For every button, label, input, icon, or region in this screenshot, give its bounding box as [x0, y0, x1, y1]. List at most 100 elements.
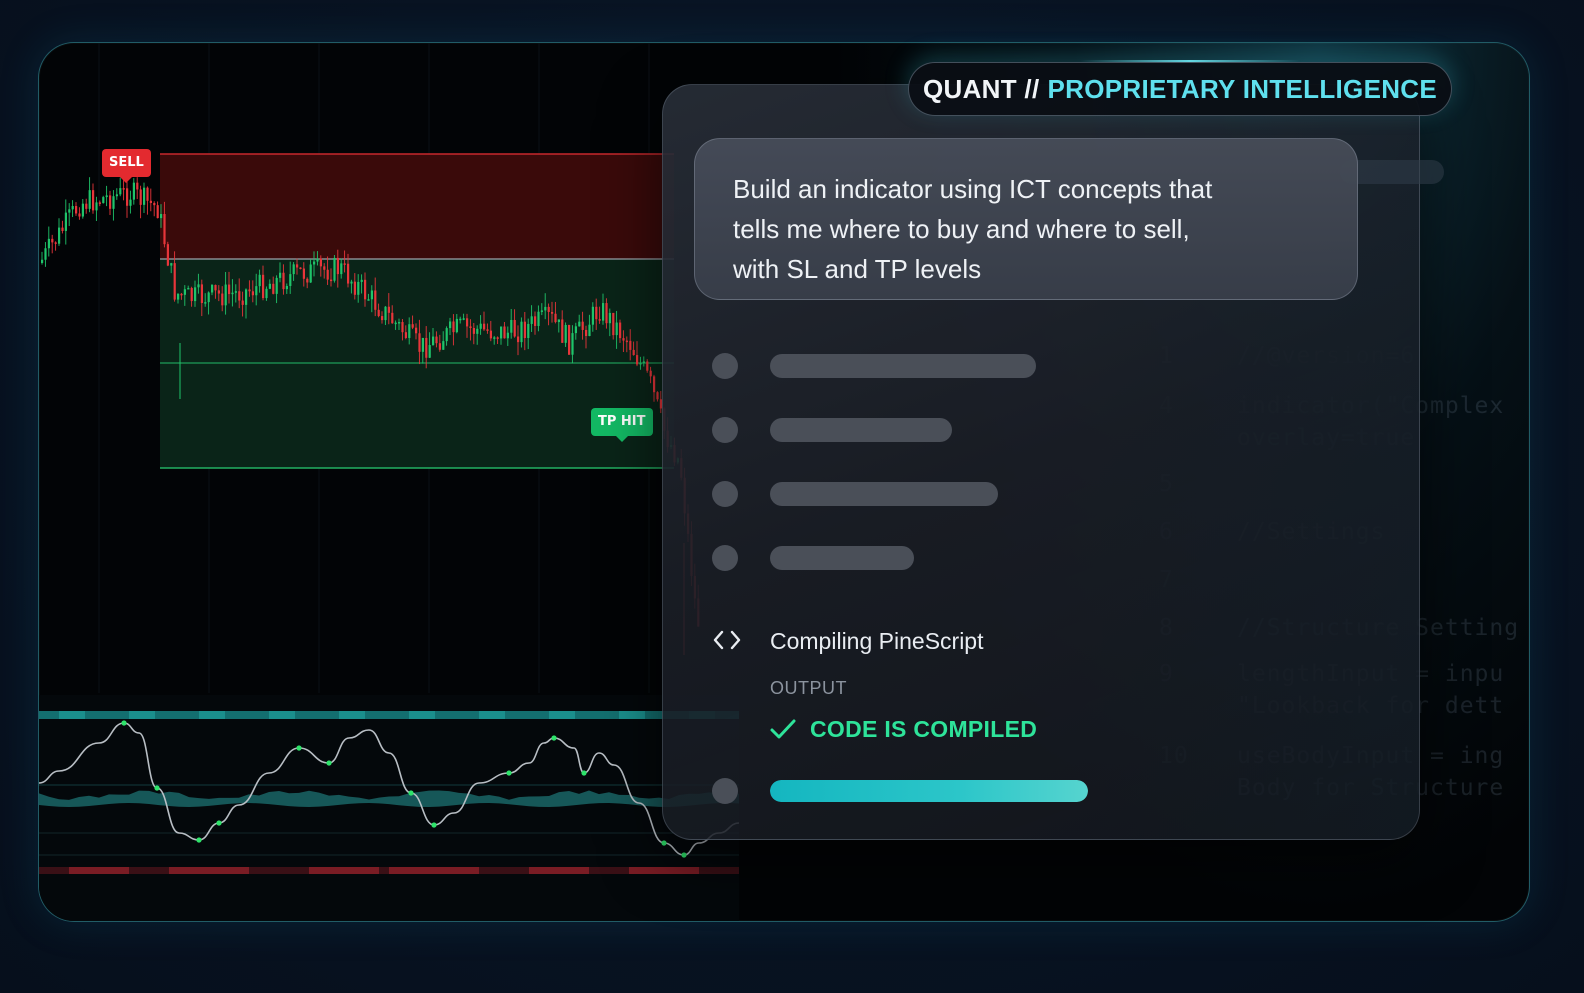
- candle-body: [275, 277, 278, 294]
- oscillator-signal-point: [326, 760, 332, 766]
- candle-body: [588, 324, 591, 337]
- candle-body: [469, 326, 472, 329]
- candle-body: [500, 326, 503, 339]
- candle-body: [112, 196, 115, 209]
- candle-body: [64, 212, 67, 231]
- candle-body: [384, 306, 387, 321]
- candle-body: [41, 259, 44, 263]
- candle-body: [547, 306, 550, 312]
- prompt-line-3: with SL and TP levels: [733, 254, 982, 284]
- task-status-dot: [712, 545, 738, 571]
- candle-body: [122, 188, 125, 190]
- candle-body: [183, 289, 186, 295]
- candle-body: [459, 318, 462, 321]
- candle-body: [544, 306, 547, 311]
- candle-body: [534, 316, 537, 326]
- candle-body: [415, 327, 418, 334]
- candle-body: [309, 264, 312, 283]
- candle-body: [143, 187, 146, 205]
- candle-body: [455, 318, 458, 333]
- candle-body: [126, 188, 129, 206]
- candle-body: [636, 355, 639, 365]
- candle-body: [370, 290, 373, 300]
- candle-body: [520, 321, 523, 343]
- candle-body: [506, 332, 509, 339]
- candle-body: [136, 182, 139, 190]
- candle-body: [211, 284, 214, 293]
- candle-body: [517, 336, 520, 343]
- candle-body: [214, 284, 217, 291]
- candle-body: [47, 238, 50, 249]
- candle-body: [432, 336, 435, 346]
- progress-bar: [770, 780, 1088, 802]
- oscillator-pane: [39, 695, 739, 921]
- candle-body: [557, 319, 560, 323]
- candle-body: [425, 337, 428, 358]
- candle-body: [357, 281, 360, 295]
- candle-body: [391, 312, 394, 324]
- candle-body: [503, 326, 506, 339]
- candle-body: [98, 202, 101, 204]
- candle-body: [238, 291, 241, 301]
- candle-body: [160, 214, 163, 219]
- candle-body: [496, 337, 499, 339]
- candle-body: [190, 287, 193, 302]
- compile-title: Compiling PineScript: [770, 628, 984, 654]
- stop-loss-zone: [160, 154, 674, 259]
- candle-body: [466, 318, 469, 327]
- candle-body: [245, 289, 248, 305]
- candle-body: [435, 336, 438, 344]
- candle-body: [493, 337, 496, 339]
- candle-body: [177, 293, 180, 300]
- progress-fill: [770, 780, 1088, 802]
- candle-body: [105, 195, 108, 198]
- candle-body: [61, 227, 64, 231]
- candle-body: [292, 264, 295, 275]
- oscillator-signal-point: [661, 840, 667, 846]
- candle-body: [289, 274, 292, 286]
- candle-body: [129, 199, 132, 206]
- brand-part-1: QUANT //: [922, 73, 1040, 104]
- candle-body: [200, 284, 203, 304]
- candle-body: [228, 284, 231, 295]
- candle-body: [605, 303, 608, 324]
- task-placeholder-bar: [770, 482, 998, 506]
- task-placeholder-bar: [770, 546, 914, 570]
- prompt-message: Build an indicator using ICT concepts th…: [694, 138, 1358, 300]
- candle-body: [523, 321, 526, 339]
- candle-body: [622, 338, 625, 341]
- candle-body: [279, 272, 282, 278]
- candle-body: [462, 318, 465, 320]
- candle-body: [653, 376, 656, 393]
- candle-body: [646, 361, 649, 371]
- candle-body: [408, 324, 411, 338]
- oscillator-band-segment: [629, 867, 699, 874]
- oscillator-signal-point: [154, 785, 160, 791]
- candle-body: [619, 322, 622, 339]
- candle-body: [299, 267, 302, 270]
- oscillator-band-segment: [619, 711, 645, 719]
- candle-body: [615, 322, 618, 336]
- candle-body: [78, 213, 81, 217]
- candle-body: [602, 303, 605, 321]
- candle-body: [445, 328, 448, 342]
- candle-body: [401, 322, 404, 333]
- candle-body: [326, 269, 329, 280]
- task-placeholder-bar: [770, 418, 952, 442]
- candle-body: [330, 279, 333, 282]
- candle-body: [180, 293, 183, 296]
- candle-body: [241, 300, 244, 305]
- candle-body: [248, 289, 251, 292]
- oscillator-band-segment: [269, 711, 295, 719]
- candle-body: [75, 206, 78, 214]
- oscillator-signal-point: [506, 770, 512, 776]
- candle-body: [625, 340, 628, 343]
- oscillator-band-segment: [169, 867, 249, 874]
- oscillator-band-segment: [69, 867, 129, 874]
- oscillator-band-segment: [389, 867, 479, 874]
- candle-body: [296, 264, 299, 268]
- candle-body: [428, 345, 431, 358]
- candle-body: [350, 281, 353, 284]
- candle-body: [381, 316, 384, 321]
- oscillator-signal-point: [408, 790, 414, 796]
